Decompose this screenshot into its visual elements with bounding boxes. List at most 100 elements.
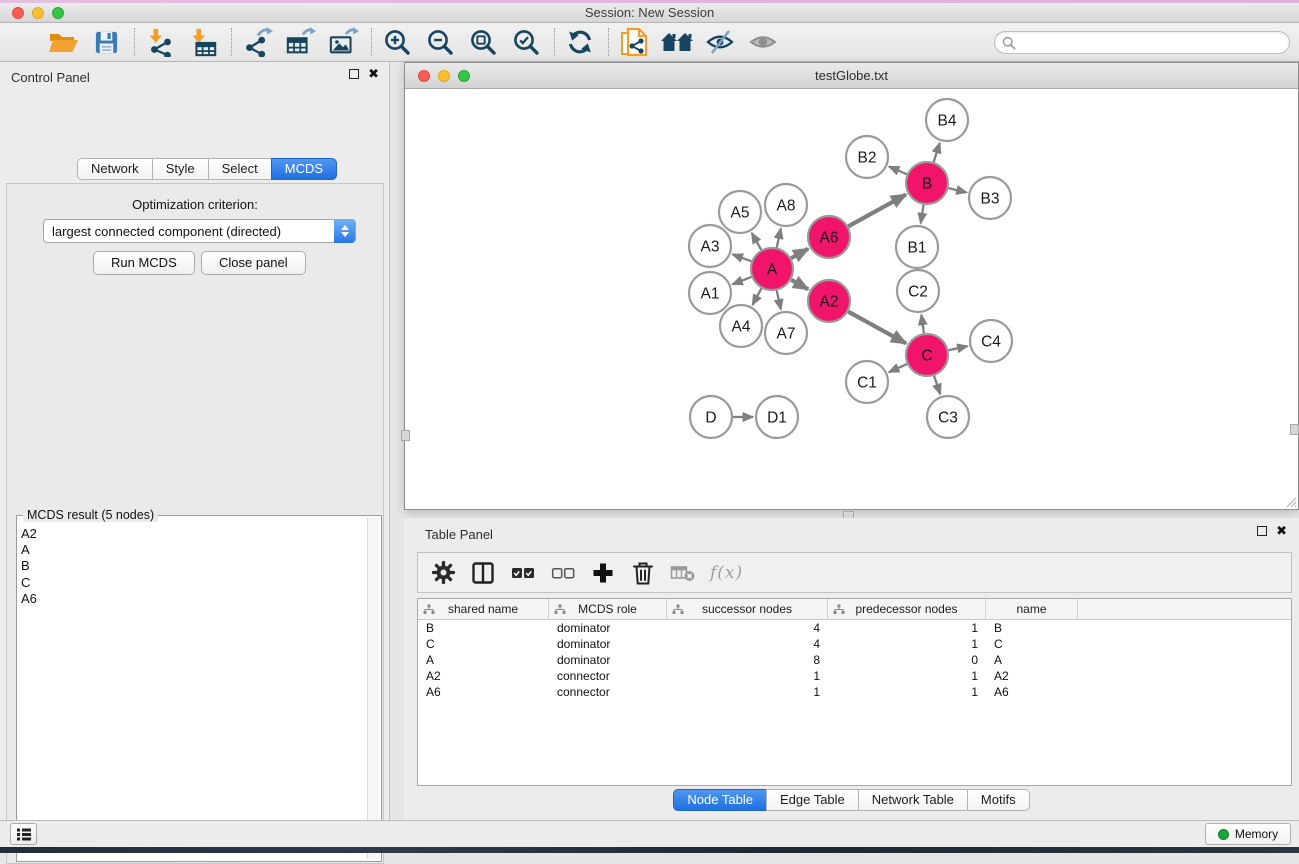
open-session-icon[interactable] (46, 26, 80, 58)
table-cell[interactable]: 1 (828, 620, 986, 636)
table-cell[interactable]: C (418, 636, 549, 652)
mcds-result-item[interactable]: A2 (21, 526, 361, 542)
refresh-icon[interactable] (563, 26, 597, 58)
graph-edge-A-A6[interactable] (791, 249, 808, 258)
minimize-window-button[interactable] (32, 7, 44, 19)
table-cell[interactable]: A (986, 652, 1078, 668)
graph-edge-A-A8[interactable] (777, 228, 781, 247)
tab-select[interactable]: Select (208, 158, 272, 180)
zoom-out-icon[interactable] (423, 26, 457, 58)
table-row[interactable]: Bdominator41B (418, 620, 1291, 636)
tab-node-table[interactable]: Node Table (673, 789, 767, 811)
mcds-result-item[interactable]: A (21, 542, 361, 558)
search-input[interactable] (1016, 34, 1289, 52)
table-cell[interactable]: 0 (828, 652, 986, 668)
export-network-icon[interactable] (240, 26, 274, 58)
tab-motifs[interactable]: Motifs (967, 789, 1030, 811)
table-header-row[interactable]: shared nameMCDS rolesuccessor nodesprede… (418, 599, 1291, 620)
column-header-shared-name[interactable]: shared name (418, 599, 549, 619)
close-table-panel-icon[interactable]: ✖ (1276, 526, 1287, 536)
table-cell[interactable]: 1 (828, 636, 986, 652)
search-field[interactable] (994, 31, 1290, 54)
column-header-MCDS-role[interactable]: MCDS role (549, 599, 667, 619)
node-table[interactable]: shared nameMCDS rolesuccessor nodesprede… (417, 598, 1292, 786)
graph-edge-B-B2[interactable] (889, 167, 907, 175)
table-row[interactable]: Adominator80A (418, 652, 1291, 668)
zoom-fit-icon[interactable] (466, 26, 500, 58)
delete-table-icon[interactable] (670, 559, 696, 587)
network-close-button[interactable] (418, 70, 430, 82)
table-row[interactable]: A6connector11A6 (418, 684, 1291, 700)
float-table-panel-icon[interactable] (1257, 526, 1267, 536)
graph-edge-A-A2[interactable] (791, 280, 808, 289)
tab-edge-table[interactable]: Edge Table (766, 789, 859, 811)
table-cell[interactable]: dominator (549, 620, 667, 636)
network-window-titlebar[interactable]: testGlobe.txt (405, 63, 1298, 89)
table-cell[interactable]: dominator (549, 652, 667, 668)
mcds-result-item[interactable]: B (21, 558, 361, 574)
table-cell[interactable]: C (986, 636, 1078, 652)
import-table-icon[interactable] (186, 26, 220, 58)
column-settings-gear-icon[interactable] (430, 559, 456, 587)
window-resize-grip[interactable] (1284, 495, 1297, 508)
graph-edge-B-B1[interactable] (921, 205, 924, 224)
network-minimize-button[interactable] (438, 70, 450, 82)
close-panel-icon[interactable]: ✖ (368, 69, 379, 79)
right-splitter-handle[interactable] (1290, 424, 1299, 435)
import-network-icon[interactable] (143, 26, 177, 58)
graph-edge-C-C3[interactable] (934, 376, 940, 394)
table-cell[interactable]: 4 (667, 636, 828, 652)
hide-selected-eye-slash-icon[interactable] (703, 26, 737, 58)
tab-network-table[interactable]: Network Table (858, 789, 968, 811)
mcds-result-list[interactable]: A2ABCA6 (21, 526, 361, 607)
delete-column-trash-icon[interactable] (630, 559, 656, 587)
new-network-from-file-icon[interactable] (617, 26, 651, 58)
close-panel-button[interactable]: Close panel (201, 251, 306, 275)
panel-menu-button[interactable] (10, 823, 37, 845)
table-cell[interactable]: A (418, 652, 549, 668)
graph-edge-C-C4[interactable] (948, 346, 967, 350)
float-panel-icon[interactable] (349, 69, 359, 79)
result-scrollbar[interactable] (367, 518, 379, 859)
graph-edge-A2-C[interactable] (848, 312, 906, 344)
deselect-all-checkboxes-icon[interactable] (550, 559, 576, 587)
tab-network[interactable]: Network (77, 158, 153, 180)
graph-edge-B-B4[interactable] (934, 143, 940, 162)
table-cell[interactable]: A6 (418, 684, 549, 700)
table-cell[interactable]: 4 (667, 620, 828, 636)
zoom-selected-icon[interactable] (509, 26, 543, 58)
memory-button[interactable]: Memory (1205, 823, 1291, 845)
table-row[interactable]: A2connector11A2 (418, 668, 1291, 684)
select-all-checkboxes-icon[interactable] (510, 559, 536, 587)
network-zoom-button[interactable] (458, 70, 470, 82)
table-cell[interactable]: connector (549, 668, 667, 684)
table-cell[interactable]: dominator (549, 636, 667, 652)
graph-edge-A-A7[interactable] (777, 290, 781, 309)
export-image-icon[interactable] (326, 26, 360, 58)
table-cell[interactable]: 1 (828, 684, 986, 700)
graph-edge-C-C2[interactable] (921, 315, 924, 333)
add-column-icon[interactable] (590, 559, 616, 587)
table-cell[interactable]: 1 (828, 668, 986, 684)
table-cell[interactable]: 1 (667, 668, 828, 684)
close-window-button[interactable] (12, 7, 24, 19)
graph-edge-A-A4[interactable] (752, 288, 761, 305)
column-header-name[interactable]: name (986, 599, 1078, 619)
zoom-window-button[interactable] (52, 7, 64, 19)
split-table-view-icon[interactable] (470, 559, 496, 587)
table-cell[interactable]: A2 (986, 668, 1078, 684)
graph-edge-A-A5[interactable] (752, 233, 761, 250)
table-cell[interactable]: A2 (418, 668, 549, 684)
graph-edge-B-B3[interactable] (948, 188, 966, 192)
show-all-homes-icon[interactable] (660, 26, 694, 58)
network-canvas-svg[interactable]: B4B2BB3A5A8A6B1A3AA1C2A2A4A7C4CC1C3DD1 (405, 89, 1298, 509)
vertical-splitter-handle[interactable] (401, 430, 410, 441)
optimization-criterion-select[interactable]: largest connected component (directed) (43, 219, 356, 243)
tab-mcds[interactable]: MCDS (271, 158, 337, 180)
show-hidden-eye-icon[interactable] (746, 26, 780, 58)
table-row[interactable]: Cdominator41C (418, 636, 1291, 652)
zoom-in-icon[interactable] (380, 26, 414, 58)
mcds-result-item[interactable]: C (21, 575, 361, 591)
graph-edge-A6-B[interactable] (848, 195, 906, 227)
table-cell[interactable]: 1 (667, 684, 828, 700)
